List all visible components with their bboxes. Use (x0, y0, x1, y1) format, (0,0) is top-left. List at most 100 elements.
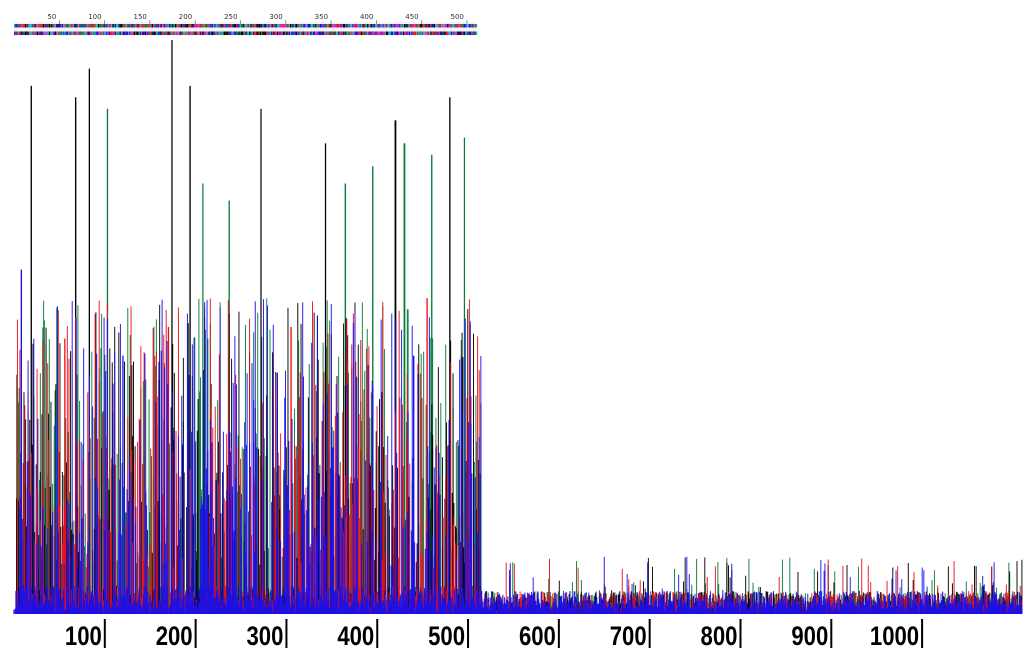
sequence-call-mark (328, 31, 330, 35)
sequence-call-mark (122, 31, 124, 35)
sequence-base-mark (364, 24, 366, 28)
sequence-call-mark (431, 31, 433, 35)
x-axis-tick-label: 200 (156, 622, 193, 652)
sequence-call-mark (185, 31, 187, 35)
sequence-call-mark (42, 31, 44, 35)
sequence-base-mark (239, 24, 241, 28)
sequence-call-mark (111, 31, 113, 35)
sequence-call-mark (326, 31, 328, 35)
sequence-call-mark (100, 31, 102, 35)
sequence-call-mark (152, 31, 154, 35)
x-axis-tick-label: 800 (701, 622, 738, 652)
sequence-call-mark (47, 31, 49, 35)
sequence-call-mark (195, 31, 197, 35)
sequence-base-mark (285, 24, 287, 28)
sequence-base-mark (303, 24, 305, 28)
sequence-base-mark (18, 24, 20, 28)
sequence-base-mark (142, 24, 144, 28)
sequence-call-mark (207, 31, 209, 35)
sequence-call-mark (132, 31, 134, 35)
sequence-base-mark (357, 24, 359, 28)
sequence-base-mark (362, 24, 364, 28)
sequence-call-mark (416, 31, 418, 35)
sequence-base-mark (424, 24, 426, 28)
sequence-call-mark (458, 31, 460, 35)
sequence-call-mark (198, 31, 200, 35)
sequence-base-mark (447, 24, 449, 28)
sequence-call-mark (196, 31, 198, 35)
sequence-base-mark (209, 24, 211, 28)
sequence-call-mark (386, 31, 388, 35)
sequence-call-mark (124, 31, 126, 35)
sequence-call-mark (474, 31, 476, 35)
sequence-call-mark (414, 31, 416, 35)
sequence-call-mark (173, 31, 175, 35)
sequence-call-mark (238, 31, 240, 35)
sequence-base-mark (149, 24, 151, 28)
sequence-call-mark (154, 31, 156, 35)
sequence-call-mark (16, 31, 18, 35)
sequence-call-mark (75, 31, 77, 35)
x-axis-tick-label: 700 (610, 622, 647, 652)
sequence-base-mark (297, 24, 299, 28)
sequence-call-mark (424, 31, 426, 35)
sequence-call-mark (384, 31, 386, 35)
sequence-call-mark (113, 31, 115, 35)
sequence-base-mark (168, 24, 170, 28)
sequence-base-mark (51, 24, 53, 28)
sequence-call-mark (257, 31, 259, 35)
sequence-call-mark (308, 31, 310, 35)
sequence-base-mark (192, 24, 194, 28)
sequence-base-mark (128, 24, 130, 28)
sequence-base-mark (214, 24, 216, 28)
sequence-base-mark (300, 24, 302, 28)
sequence-base-mark (460, 24, 462, 28)
sequence-base-mark (268, 24, 270, 28)
sequence-call-mark (296, 31, 298, 35)
sequence-base-mark (476, 24, 478, 28)
sequence-call-mark (318, 31, 320, 35)
sequence-call-mark (441, 31, 443, 35)
sequence-call-mark (186, 31, 188, 35)
sequence-base-mark (353, 24, 355, 28)
sequence-call-mark (468, 31, 470, 35)
sequence-base-mark (262, 24, 264, 28)
sequence-base-mark (106, 24, 108, 28)
sequence-base-mark (296, 24, 298, 28)
sequence-base-mark (108, 24, 110, 28)
sequence-call-mark (272, 31, 274, 35)
sequence-base-mark (234, 24, 236, 28)
sequence-tick-label: 300 (269, 13, 282, 21)
sequence-call-mark (378, 31, 380, 35)
sequence-call-mark (323, 31, 325, 35)
sequence-call-mark (262, 31, 264, 35)
sequence-base-mark (378, 24, 380, 28)
sequence-base-mark (92, 24, 94, 28)
sequence-base-mark (47, 24, 49, 28)
sequence-tick-label: 50 (47, 13, 56, 21)
sequence-base-mark (167, 24, 169, 28)
sequence-call-mark (178, 31, 180, 35)
sequence-call-mark (440, 31, 442, 35)
sequence-call-mark (150, 31, 152, 35)
sequence-base-mark (148, 24, 150, 28)
sequence-call-mark (242, 31, 244, 35)
sequence-call-mark (190, 31, 192, 35)
sequence-call-mark (260, 31, 262, 35)
sequence-base-mark (326, 24, 328, 28)
sequence-call-mark (404, 31, 406, 35)
sequence-base-mark (372, 24, 374, 28)
sequence-call-mark (160, 31, 162, 35)
sequence-call-mark (167, 31, 169, 35)
sequence-call-mark (164, 31, 166, 35)
sequence-call-mark (130, 31, 132, 35)
sequence-base-mark (53, 24, 55, 28)
sequence-call-mark (317, 31, 319, 35)
sequence-base-mark (298, 24, 300, 28)
sequence-base-mark (22, 24, 24, 28)
sequence-call-mark (227, 31, 229, 35)
sequence-base-mark (244, 24, 246, 28)
sequence-call-mark (231, 31, 233, 35)
sequence-base-mark (26, 24, 28, 28)
sequence-call-mark (131, 31, 133, 35)
